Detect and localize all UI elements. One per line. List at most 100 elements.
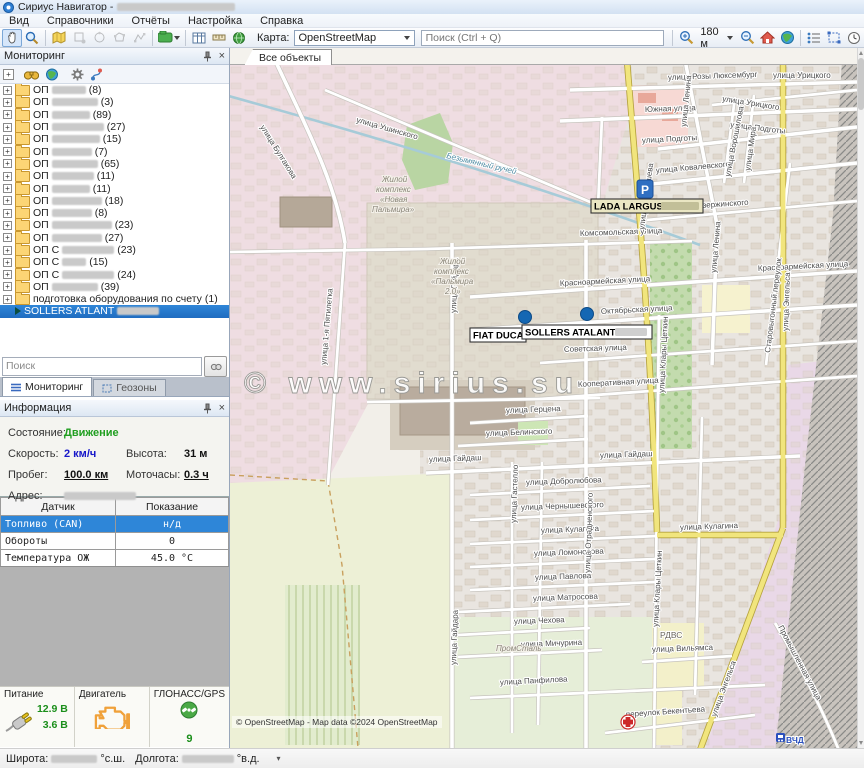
tree-item[interactable]: +ОП (27) [0,121,229,133]
zoom-tool-button[interactable] [22,29,42,47]
tree-item[interactable]: +ОП (7) [0,145,229,157]
polygon-tool-button[interactable] [109,29,129,47]
tree-item[interactable]: +ОП (11) [0,170,229,182]
sensor-value: 0 [116,533,229,550]
tree-item[interactable]: +ОП (8) [0,207,229,219]
expander-icon[interactable]: + [3,184,12,193]
tree-item[interactable]: +ОП С(23) [0,244,229,256]
zoom-in-button[interactable] [676,29,696,47]
search-options-button[interactable] [204,356,227,377]
expander-icon[interactable]: + [3,147,12,156]
polyline-tool-button[interactable] [129,29,149,47]
expander-icon[interactable]: + [3,270,12,279]
expander-icon[interactable]: + [3,123,12,132]
gear-icon[interactable] [71,68,84,81]
expander-icon[interactable]: + [3,258,12,267]
zoom-out-button[interactable] [737,29,757,47]
expander-icon[interactable]: + [3,233,12,242]
vehicle-marker[interactable] [519,311,532,324]
menu-item[interactable]: Справка [251,14,312,28]
layers-button[interactable] [156,29,182,47]
pin-icon[interactable] [202,51,213,62]
expander-icon[interactable]: + [3,86,12,95]
menu-item[interactable]: Настройка [179,14,251,28]
longitude-value-redacted [182,755,234,763]
pan-tool-button[interactable] [2,29,22,47]
close-icon[interactable]: × [219,50,225,62]
expand-all-button[interactable]: + [3,69,14,80]
history-clock-button[interactable] [844,29,864,47]
expander-icon[interactable]: + [3,110,12,119]
scroll-up-arrow[interactable] [859,51,863,55]
tree-item[interactable]: +ОП (39) [0,281,229,293]
object-list-button[interactable] [804,29,824,47]
tab-monitoring[interactable]: Мониторинг [2,377,92,396]
map-tab-all-objects[interactable]: Все объекты [244,49,332,66]
hours-label: Моточасы: [126,469,184,481]
expander-icon[interactable]: + [3,159,12,168]
tree-item[interactable]: +ОП (89) [0,109,229,121]
vehicle-label[interactable]: SOLLERS ATALANT [522,325,652,339]
tree-item[interactable]: +ОП (15) [0,133,229,145]
sidebar-search-input[interactable] [2,357,202,376]
expander-icon[interactable]: + [3,196,12,205]
refresh-globe-button[interactable] [229,29,249,47]
home-button[interactable] [757,29,777,47]
menu-item[interactable]: Вид [0,14,38,28]
expander-icon[interactable]: + [3,221,12,230]
vehicle-marker[interactable] [581,308,594,321]
add-point-tool-button[interactable] [69,29,89,47]
hours-value[interactable]: 0.3 ч [184,469,221,481]
globe-button[interactable] [777,29,797,47]
sensor-row[interactable]: Обороты0 [1,533,229,550]
pin-icon[interactable] [202,403,213,414]
expander-icon[interactable]: + [3,209,12,218]
menu-item[interactable]: Справочники [38,14,123,28]
expander-icon[interactable]: + [3,246,12,255]
scale-select[interactable]: 180 м [696,30,737,46]
tree-item[interactable]: +ОП С(15) [0,256,229,268]
expander-icon[interactable]: + [3,295,12,304]
tab-geozones[interactable]: Геозоны [93,379,165,396]
tree-item[interactable]: +ОП (18) [0,195,229,207]
close-icon[interactable]: × [219,402,225,414]
quick-search-input[interactable] [421,30,665,46]
coords-format-dropdown[interactable]: ▾ [277,754,281,763]
tree-item[interactable]: +ОП С(24) [0,268,229,280]
vehicle-label[interactable]: FIAT DUCAT [470,328,529,342]
tree-item[interactable]: +ОП (11) [0,182,229,194]
map-vertical-scrollbar[interactable] [857,48,864,748]
sensor-name: Температура ОЖ [1,550,116,567]
expander-icon[interactable]: + [3,135,12,144]
scroll-down-arrow[interactable] [859,741,863,745]
tree-item[interactable]: +ОП (65) [0,158,229,170]
menu-bar: ВидСправочникиОтчётыНастройкаСправка [0,14,864,28]
tree-item[interactable]: +ОП (8) [0,84,229,96]
track-route-icon[interactable] [90,68,104,81]
mileage-value[interactable]: 100.0 км [64,469,126,481]
scrollbar-thumb[interactable] [858,58,864,110]
table-view-button[interactable] [189,29,209,47]
tree-item[interactable]: +ОП (27) [0,232,229,244]
select-area-button[interactable] [824,29,844,47]
tree-item[interactable]: +подготовка оборудования по счету (1) [0,293,229,305]
tree-item-selected-vehicle[interactable]: +SOLLERS ATLANT [0,305,229,317]
menu-item[interactable]: Отчёты [123,14,179,28]
tree-item-redacted [52,98,98,106]
map-area[interactable]: Все объекты [230,48,857,748]
vehicle-label[interactable]: LADA LARGUS [591,199,703,213]
map-edit-button[interactable] [49,29,69,47]
tree-item[interactable]: +ОП (3) [0,96,229,108]
binoculars-icon[interactable] [24,69,39,80]
ruler-button[interactable] [209,29,229,47]
map-canvas[interactable]: улица Розы ЛюксембургЮжная улицаулица Ур… [230,65,857,748]
expander-icon[interactable]: + [3,98,12,107]
map-select[interactable]: OpenStreetMap [294,30,415,46]
circle-tool-button[interactable] [89,29,109,47]
tree-item[interactable]: +ОП (23) [0,219,229,231]
sensor-row[interactable]: Температура ОЖ45.0 °C [1,550,229,567]
expander-icon[interactable]: + [3,282,12,291]
expander-icon[interactable]: + [3,172,12,181]
map-globe-icon[interactable] [45,68,59,81]
sensor-row[interactable]: Топливо (CAN)н/д [1,516,229,533]
